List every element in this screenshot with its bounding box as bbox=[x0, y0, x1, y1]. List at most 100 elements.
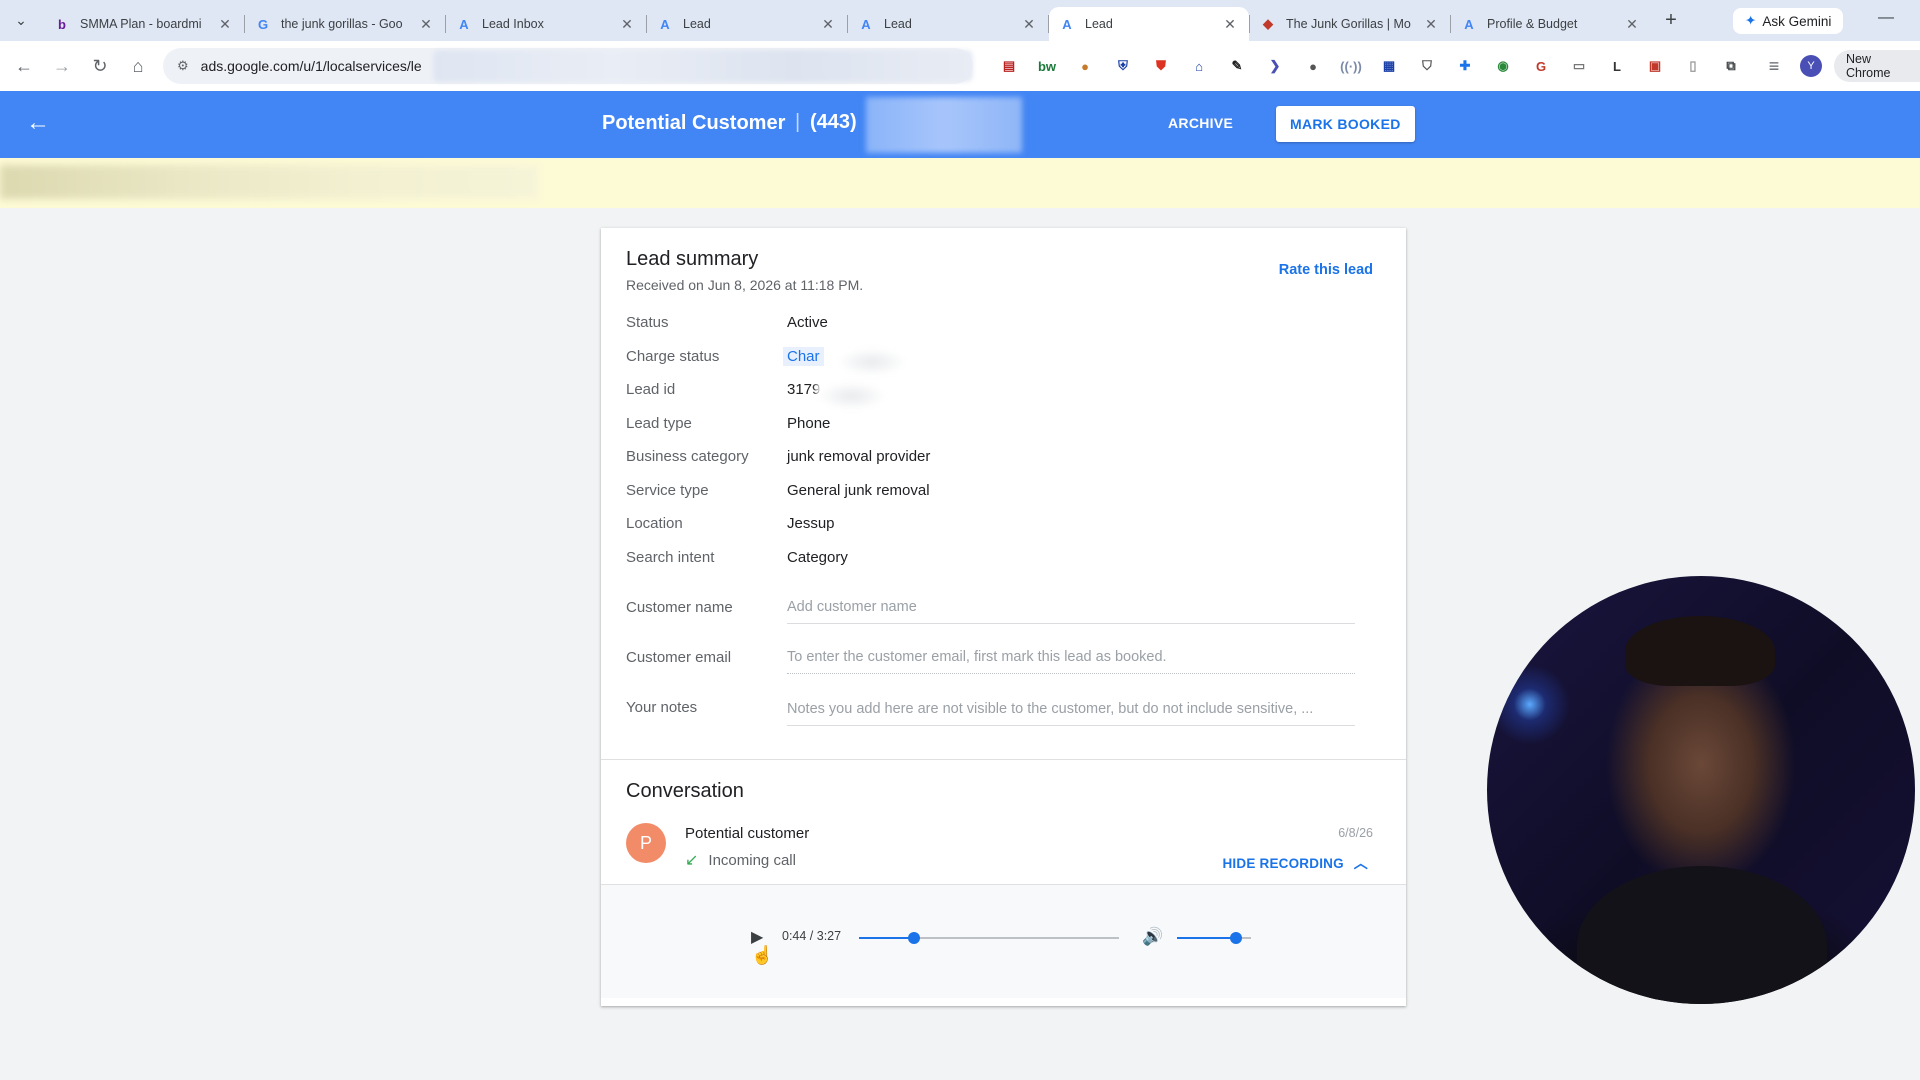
hide-recording-button[interactable]: HIDE RECORDING ︿ bbox=[1222, 853, 1368, 873]
reading-list-icon[interactable]: ≡ bbox=[1756, 48, 1792, 84]
shield-extension-icon[interactable]: ⛊ bbox=[1142, 53, 1180, 79]
back-arrow-icon[interactable]: ← bbox=[6, 48, 42, 84]
l-extension-icon[interactable]: L bbox=[1598, 53, 1636, 79]
bulb-extension-icon[interactable]: ● bbox=[1294, 53, 1332, 79]
tab-title: The Junk Gorillas | Mo bbox=[1286, 17, 1411, 31]
tab-favicon-icon: b bbox=[58, 16, 66, 32]
call-type: ↙ Incoming call bbox=[685, 850, 796, 870]
minimize-window-icon[interactable]: — bbox=[1878, 9, 1894, 27]
tab-title: Profile & Budget bbox=[1487, 17, 1578, 31]
detail-value: General junk removal bbox=[787, 482, 930, 499]
tab-close-icon[interactable]: ✕ bbox=[1221, 16, 1239, 33]
browser-tab[interactable]: A Lead ✕ bbox=[848, 7, 1048, 41]
detail-value-text: Phone bbox=[787, 414, 831, 432]
tab-favicon-icon: A bbox=[1464, 16, 1474, 32]
volume-thumb[interactable] bbox=[1230, 932, 1243, 944]
signal-extension-icon[interactable]: ((·)) bbox=[1332, 53, 1370, 79]
browser-tab[interactable]: b SMMA Plan - boardmi ✕ bbox=[44, 7, 244, 41]
grid-extension-icon[interactable]: ▦ bbox=[1370, 53, 1408, 79]
tab-close-icon[interactable]: ✕ bbox=[216, 16, 234, 33]
puzzle-extension-icon[interactable]: ✚ bbox=[1446, 53, 1484, 79]
volume-icon[interactable]: 🔊 bbox=[1142, 927, 1163, 947]
rate-lead-link[interactable]: Rate this lead bbox=[1279, 262, 1373, 278]
detail-value: Phone bbox=[787, 415, 830, 432]
browser-tab[interactable]: Gthe junk gorillas - Goo ✕ bbox=[245, 7, 445, 41]
browser-toolbar: ← → ↻ ⌂ ⚙ ads.google.com/u/1/localservic… bbox=[0, 41, 1920, 91]
back-arrow-icon[interactable]: ← bbox=[26, 109, 50, 137]
extensions-puzzle-icon[interactable]: ⧉ bbox=[1712, 53, 1750, 79]
detail-value-text: Active bbox=[787, 314, 828, 331]
detail-label: Search intent bbox=[626, 548, 715, 566]
customer-email-field: To enter the customer email, first mark … bbox=[787, 649, 1355, 674]
tab-favicon-icon: A bbox=[459, 16, 469, 32]
forward-arrow-icon[interactable]: → bbox=[44, 48, 80, 84]
volume-level bbox=[1177, 937, 1237, 939]
tab-close-icon[interactable]: ✕ bbox=[1020, 16, 1038, 33]
browser-tab[interactable]: ◆ The Junk Gorillas | Mo ✕ bbox=[1250, 7, 1450, 41]
globe-extension-icon[interactable]: ◉ bbox=[1484, 53, 1522, 79]
seek-progress bbox=[859, 937, 915, 939]
received-date: Received on Jun 8, 2026 at 11:18 PM. bbox=[626, 277, 864, 293]
tab-close-icon[interactable]: ✕ bbox=[819, 16, 837, 33]
tab-strip: b SMMA Plan - boardmi ✕ Gthe junk gorillas … bbox=[44, 0, 1651, 41]
hide-recording-label: HIDE RECORDING bbox=[1222, 856, 1344, 871]
tab-close-icon[interactable]: ✕ bbox=[1422, 16, 1440, 33]
new-chrome-button[interactable]: New Chrome bbox=[1834, 50, 1920, 82]
notes-input[interactable]: Notes you add here are not visible to th… bbox=[787, 701, 1355, 726]
hand-cursor-icon: ☝ bbox=[751, 945, 774, 965]
eyedropper-extension-icon[interactable]: ✎ bbox=[1218, 53, 1256, 79]
caller-avatar: P bbox=[626, 823, 666, 863]
home-icon[interactable]: ⌂ bbox=[120, 48, 156, 84]
browser-tab[interactable]: A Lead Inbox ✕ bbox=[446, 7, 646, 41]
arrow-extension-icon[interactable]: ❯ bbox=[1256, 53, 1294, 79]
detail-label: Service type bbox=[626, 481, 709, 499]
redacted-charge-blur bbox=[837, 348, 907, 376]
browser-tab[interactable]: A Lead ✕ bbox=[1049, 7, 1249, 41]
badge-extension-icon[interactable]: ⛉ bbox=[1408, 53, 1446, 79]
site-info-icon[interactable]: ⚙ bbox=[177, 58, 189, 74]
detail-label: Charge status bbox=[626, 347, 720, 365]
play-icon[interactable]: ▶ bbox=[751, 927, 763, 947]
title-separator: | bbox=[795, 111, 801, 133]
seek-slider[interactable] bbox=[859, 932, 1119, 944]
bw-extension-icon[interactable]: bw bbox=[1028, 53, 1066, 79]
browser-tab[interactable]: A Profile & Budget ✕ bbox=[1451, 7, 1651, 41]
calendar-extension-icon[interactable]: ▣ bbox=[1636, 53, 1674, 79]
volume-slider[interactable] bbox=[1177, 932, 1251, 944]
tab-search-chevron-icon[interactable]: ⌄ bbox=[7, 7, 35, 35]
cookie-extension-icon[interactable]: ● bbox=[1066, 53, 1104, 79]
detail-value-text: junk removal provider bbox=[787, 448, 931, 465]
detail-value-text[interactable]: Char bbox=[783, 346, 824, 366]
tab-close-icon[interactable]: ✕ bbox=[417, 16, 435, 33]
reload-icon[interactable]: ↻ bbox=[82, 48, 118, 84]
ask-gemini-button[interactable]: ✦ Ask Gemini bbox=[1733, 8, 1844, 34]
seek-thumb[interactable] bbox=[908, 932, 921, 944]
address-bar[interactable]: ⚙ ads.google.com/u/1/localservices/le bbox=[163, 48, 973, 84]
conversation-title: Conversation bbox=[626, 780, 744, 802]
detail-value-text: General junk removal bbox=[787, 481, 930, 499]
detail-value: 3179 bbox=[787, 381, 820, 398]
tab-close-icon[interactable]: ✕ bbox=[618, 16, 636, 33]
archive-button[interactable]: ARCHIVE bbox=[1168, 115, 1233, 131]
bitwarden-extension-icon[interactable]: ⛨ bbox=[1104, 53, 1142, 79]
gemini-sparkle-icon: ✦ bbox=[1745, 13, 1757, 28]
g-extension-icon[interactable]: G bbox=[1522, 53, 1560, 79]
tab-title: SMMA Plan - boardmi bbox=[80, 17, 202, 31]
flag-extension-icon[interactable]: ▤ bbox=[990, 53, 1028, 79]
browser-tab[interactable]: A Lead ✕ bbox=[647, 7, 847, 41]
redacted-phone-blur bbox=[866, 97, 1022, 153]
chevron-up-icon: ︿ bbox=[1353, 855, 1368, 871]
page-extension-icon[interactable]: ▯ bbox=[1674, 53, 1712, 79]
mark-booked-button[interactable]: MARK BOOKED bbox=[1276, 106, 1415, 142]
tab-favicon-icon: A bbox=[1062, 16, 1072, 32]
profile-avatar[interactable]: Y bbox=[1800, 55, 1822, 77]
extensions-row: ▤ bw ● ⛨ ⛊ ⌂ ✎ ❯ ● ((·)) ▦ ⛉ ✚ ◉ G ▭ L ▣… bbox=[990, 53, 1750, 79]
seo-extension-icon[interactable]: ▭ bbox=[1560, 53, 1598, 79]
tab-close-icon[interactable]: ✕ bbox=[1623, 16, 1641, 33]
house-extension-icon[interactable]: ⌂ bbox=[1180, 53, 1218, 79]
lead-summary-card: Lead summary Received on Jun 8, 2026 at … bbox=[601, 228, 1406, 1006]
new-tab-plus-icon[interactable]: + bbox=[1657, 7, 1685, 35]
customer-name-input[interactable]: Add customer name bbox=[787, 599, 1355, 624]
tab-favicon-icon: A bbox=[861, 16, 871, 32]
call-date: 6/8/26 bbox=[1338, 826, 1373, 840]
